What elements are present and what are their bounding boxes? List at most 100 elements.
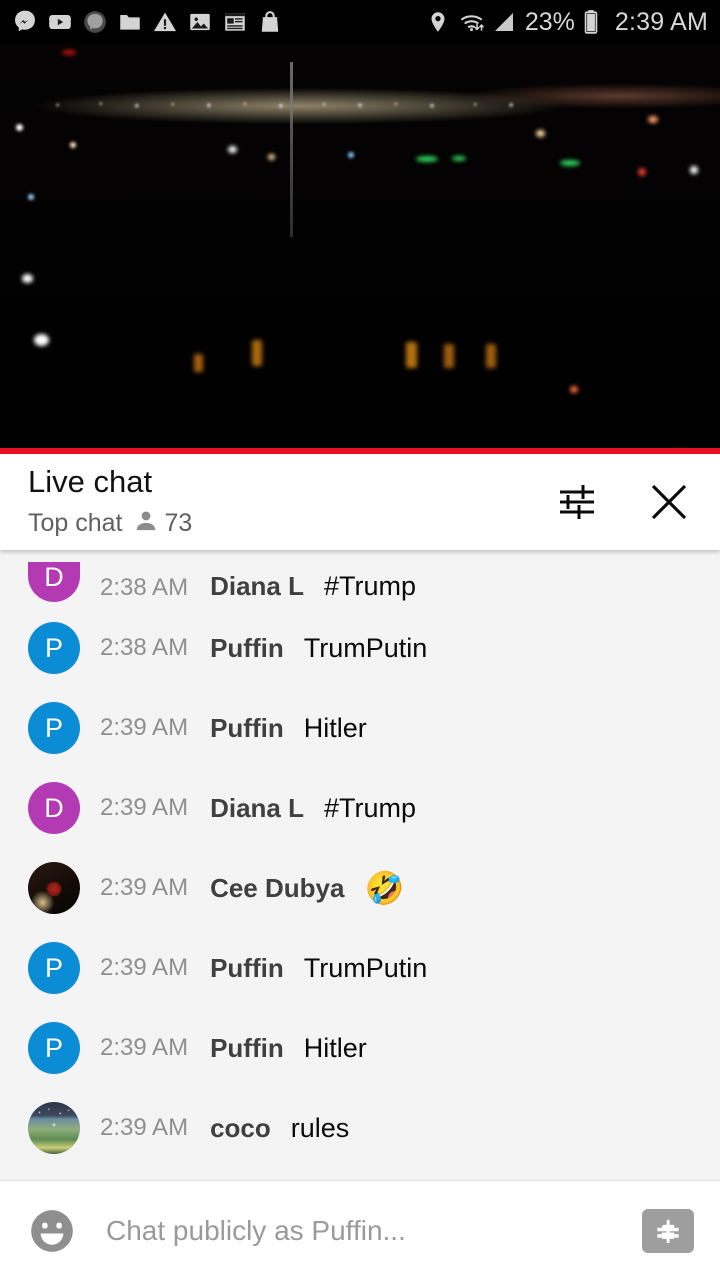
avatar-initial: P	[44, 712, 63, 743]
message-timestamp: 2:39 AM	[100, 794, 189, 821]
building-light	[444, 344, 454, 368]
chat-message-row[interactable]: P 2:39 AM Puffin Hitler	[0, 688, 720, 768]
avatar[interactable]	[28, 862, 80, 914]
avatar-initial: P	[44, 952, 63, 983]
message-timestamp: 2:39 AM	[100, 1034, 189, 1061]
folder-icon	[117, 9, 143, 35]
building-light	[486, 344, 496, 368]
avatar[interactable]: P	[28, 942, 80, 994]
live-video-player[interactable]	[0, 44, 720, 454]
viewer-count-label: 73	[164, 508, 193, 537]
light-dot	[536, 130, 545, 137]
chat-message-list[interactable]: D 2:38 AM Diana L #Trump P 2:38 AM Puffi…	[0, 550, 720, 1180]
live-chat-header: Live chat Top chat 73	[0, 454, 720, 550]
light-dot	[70, 142, 76, 148]
phone-screen: 23% 2:39 AM Live chat Top chat 73 D 2:38…	[0, 0, 720, 1280]
city-lights-strip	[0, 98, 720, 112]
message-text: Hitler	[303, 1032, 367, 1063]
status-bar-notification-icons	[12, 9, 283, 35]
message-author[interactable]: Cee Dubya	[210, 873, 344, 904]
message-text: TrumPutin	[303, 632, 428, 663]
message-timestamp: 2:39 AM	[100, 874, 189, 901]
shopping-bag-icon	[257, 9, 283, 35]
utility-pole	[290, 62, 293, 237]
light-dot	[416, 156, 438, 162]
chat-message-row[interactable]: 2:39 AM Cee Dubya 🤣	[0, 848, 720, 928]
chat-message-row[interactable]: P 2:39 AM Puffin TrumPutin	[0, 928, 720, 1008]
message-author[interactable]: Puffin	[210, 1033, 284, 1064]
message-author[interactable]: Puffin	[210, 633, 284, 664]
location-pin-icon	[426, 9, 452, 35]
light-dot	[16, 124, 23, 131]
light-dot	[34, 334, 49, 346]
message-timestamp: 2:39 AM	[100, 714, 189, 741]
chat-message-row[interactable]: 2:39 AM coco rules	[0, 1088, 720, 1168]
emoji-smiley-icon[interactable]	[26, 1205, 78, 1257]
tune-sliders-icon[interactable]	[554, 479, 600, 525]
close-icon[interactable]	[646, 479, 692, 525]
building-light	[406, 342, 417, 368]
light-dot	[452, 156, 466, 161]
message-timestamp: 2:38 AM	[100, 634, 189, 661]
avatar[interactable]	[28, 1102, 80, 1154]
avatar-initial: D	[44, 792, 64, 823]
messenger-m-icon	[12, 9, 38, 35]
avatar[interactable]: P	[28, 1022, 80, 1074]
light-dot	[570, 386, 578, 393]
avatar[interactable]: P	[28, 702, 80, 754]
chat-subtitle-row: Top chat 73	[28, 508, 192, 539]
message-text: Hitler	[303, 712, 367, 743]
light-dot	[638, 168, 646, 176]
light-dot	[62, 50, 76, 55]
message-text: #Trump	[323, 571, 417, 601]
chat-input[interactable]	[106, 1214, 628, 1247]
message-text: #Trump	[323, 792, 417, 823]
avatar-initial: P	[44, 1032, 63, 1063]
light-dot	[648, 116, 658, 123]
chat-header-actions	[554, 479, 692, 525]
message-author[interactable]: Puffin	[210, 713, 284, 744]
dollar-sign-icon[interactable]	[642, 1208, 694, 1253]
light-dot	[690, 166, 698, 174]
message-author[interactable]: coco	[210, 1113, 271, 1144]
viewer-count-group: 73	[133, 508, 193, 539]
youtube-icon	[47, 9, 73, 35]
battery-icon	[582, 9, 608, 35]
message-text: TrumPutin	[303, 952, 428, 983]
light-dot	[348, 152, 354, 158]
messenger-m-dim-icon	[82, 9, 108, 35]
light-dot	[560, 160, 580, 166]
status-bar-system-icons: 23% 2:39 AM	[426, 8, 708, 37]
light-dot	[228, 146, 237, 153]
light-dot	[22, 274, 33, 283]
message-emoji: 🤣	[364, 870, 405, 906]
chat-message-row[interactable]: D 2:39 AM Diana L #Trump	[0, 768, 720, 848]
avatar[interactable]: D	[28, 782, 80, 834]
image-icon	[187, 9, 213, 35]
building-light	[252, 340, 262, 366]
light-dot	[28, 194, 34, 200]
warning-triangle-icon	[152, 9, 178, 35]
chat-message-row[interactable]: D 2:38 AM Diana L #Trump	[0, 550, 720, 608]
chat-header-titles: Live chat Top chat 73	[28, 465, 192, 538]
chat-message-row[interactable]: P 2:38 AM Puffin TrumPutin	[0, 608, 720, 688]
message-author[interactable]: Diana L	[210, 571, 304, 602]
news-article-icon	[222, 9, 248, 35]
message-author[interactable]: Diana L	[210, 793, 304, 824]
building-light	[194, 354, 203, 372]
avatar-initial: P	[44, 632, 63, 663]
chat-mode-label[interactable]: Top chat	[28, 509, 123, 538]
page-title: Live chat	[28, 464, 153, 500]
message-author[interactable]: Puffin	[210, 953, 284, 984]
status-bar: 23% 2:39 AM	[0, 0, 720, 44]
message-timestamp: 2:39 AM	[100, 1114, 189, 1141]
avatar[interactable]: P	[28, 622, 80, 674]
cellular-signal-icon	[492, 9, 518, 35]
chat-message-row[interactable]: P 2:39 AM Puffin Hitler	[0, 1008, 720, 1088]
message-timestamp: 2:38 AM	[100, 574, 189, 601]
light-dot	[268, 154, 275, 160]
clock-label: 2:39 AM	[614, 7, 708, 36]
message-timestamp: 2:39 AM	[100, 954, 189, 981]
avatar[interactable]: D	[28, 562, 80, 602]
avatar-initial: D	[44, 562, 64, 592]
